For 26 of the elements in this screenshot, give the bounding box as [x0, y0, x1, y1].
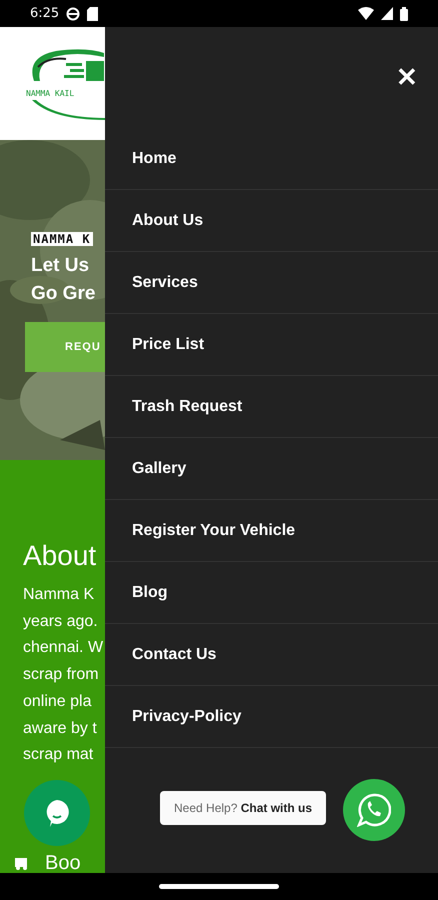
clock: 6:25	[30, 6, 60, 21]
hero-headline: Let Us Go Gre	[31, 254, 96, 306]
menu-item[interactable]: Blog	[105, 562, 438, 624]
help-label[interactable]: Need Help? Chat with us	[160, 791, 326, 825]
menu-label[interactable]: Boo	[45, 853, 81, 873]
logo-text: NAMMA KAIL	[26, 89, 76, 98]
signal-icon	[381, 7, 393, 20]
wifi-icon	[358, 7, 374, 20]
menu-item[interactable]: Gallery	[105, 438, 438, 500]
menu-item[interactable]: Contact Us	[105, 624, 438, 686]
about-title: About	[23, 540, 98, 572]
menu-item[interactable]: Privacy-Policy	[105, 686, 438, 748]
menu-item[interactable]: Home	[105, 128, 438, 190]
battery-icon	[400, 6, 408, 20]
about-text: Namma K years ago. chennai. W scrap from online pla aware by t scrap mat	[23, 585, 104, 766]
menu-item[interactable]: Services	[105, 252, 438, 314]
chat-bubble-icon	[44, 799, 70, 827]
menu-item[interactable]: About Us	[105, 190, 438, 252]
menu-item[interactable]: Trash Request	[105, 376, 438, 438]
close-button[interactable]: ✕	[396, 62, 418, 93]
menu-item[interactable]: Price List	[105, 314, 438, 376]
sd-card-icon	[87, 6, 98, 20]
hero-tag: NAMMA K	[31, 232, 93, 246]
home-handle[interactable]	[159, 884, 279, 889]
phone-bubble-icon	[357, 793, 391, 827]
menu-item[interactable]: Register Your Vehicle	[105, 500, 438, 562]
